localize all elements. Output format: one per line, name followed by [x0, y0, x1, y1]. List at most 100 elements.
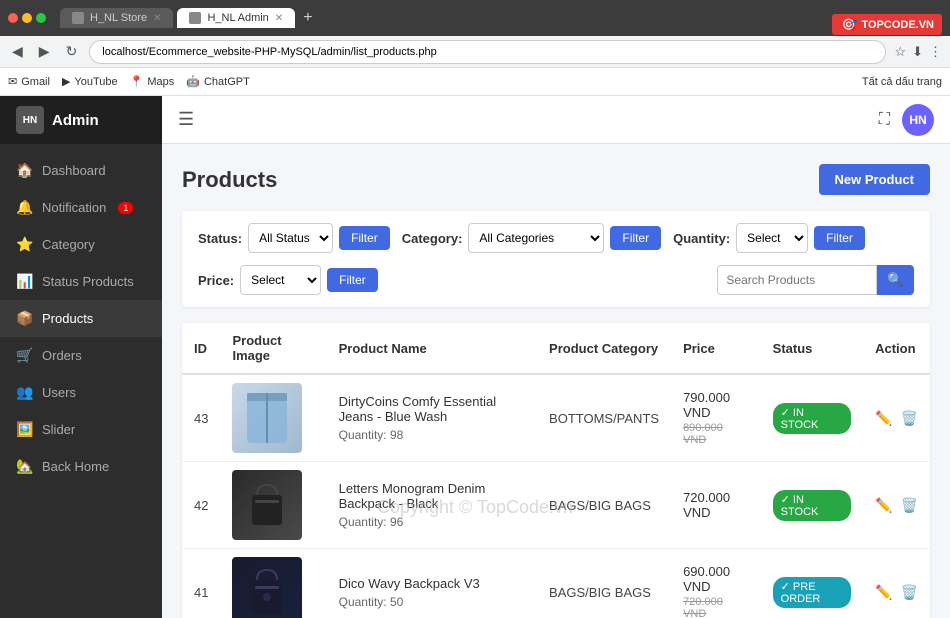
sidebar-item-orders[interactable]: 🛒 Orders	[0, 337, 162, 374]
action-icons-0: ✏️ 🗑️	[875, 410, 918, 427]
dot-red[interactable]	[8, 13, 18, 23]
product-qty-2: Quantity: 50	[339, 595, 525, 609]
cell-category-2: BAGS/BIG BAGS	[537, 549, 671, 618]
bookmarks-all[interactable]: Tất cả dấu trang	[862, 76, 942, 88]
search-button[interactable]: 🔍	[877, 265, 914, 295]
delete-button-0[interactable]: 🗑️	[901, 410, 918, 427]
cell-price-2: 690.000 VND 720.000 VND	[671, 549, 761, 618]
tab-admin-close[interactable]: ✕	[275, 13, 283, 24]
bookmark-gmail[interactable]: ✉ Gmail	[8, 75, 50, 88]
sidebar-item-back-home-label: Back Home	[42, 459, 109, 474]
address-bar: ◀ ▶ ↻ ☆ ⬇ ⋮	[0, 36, 950, 68]
tab-store[interactable]: H_NL Store ✕	[60, 8, 173, 28]
tab-add-button[interactable]: +	[299, 8, 316, 28]
sidebar-item-category[interactable]: ⭐ Category	[0, 226, 162, 263]
status-badge-2: ✓ PRE ORDER	[773, 577, 851, 608]
sidebar-item-users-label: Users	[42, 385, 76, 400]
topcode-logo-icon: 🎯	[840, 16, 857, 33]
edit-button-2[interactable]: ✏️	[875, 584, 892, 601]
url-bar[interactable]	[89, 40, 886, 64]
tab-store-label: H_NL Store	[90, 12, 147, 24]
price-select[interactable]: Select 0-500k 500k-1M 1M+	[240, 265, 321, 295]
page-title: Products	[182, 167, 277, 193]
status-select[interactable]: All Status Active Inactive	[248, 223, 333, 253]
cell-price-0: 790.000 VND 890.000 VND	[671, 374, 761, 462]
address-actions: ☆ ⬇ ⋮	[894, 44, 942, 60]
users-icon: 👥	[16, 384, 32, 401]
dot-green[interactable]	[36, 13, 46, 23]
sidebar-item-products-label: Products	[42, 311, 93, 326]
price-filter-button[interactable]: Filter	[327, 268, 378, 292]
app-layout: HN Admin 🏠 Dashboard 🔔 Notification 1 ⭐ …	[0, 96, 950, 618]
tab-favicon-store	[72, 12, 84, 24]
tab-admin[interactable]: H_NL Admin ✕	[177, 8, 295, 28]
orders-icon: 🛒	[16, 347, 32, 364]
col-action: Action	[863, 323, 930, 374]
product-image-2	[232, 557, 302, 618]
sidebar-item-dashboard[interactable]: 🏠 Dashboard	[0, 152, 162, 189]
search-bar: 🔍	[717, 265, 914, 295]
edit-button-0[interactable]: ✏️	[875, 410, 892, 427]
cell-price-1: 720.000 VND	[671, 462, 761, 549]
filter-group-price: Price: Select 0-500k 500k-1M 1M+ Filter	[198, 265, 378, 295]
page-header: Products New Product	[182, 164, 930, 195]
sidebar-logo: HN	[16, 106, 44, 134]
sidebar-item-back-home[interactable]: 🏡 Back Home	[0, 448, 162, 485]
filter-group-quantity: Quantity: Select 0-50 51-100 101+ Filter	[673, 223, 865, 253]
browser-chrome: H_NL Store ✕ H_NL Admin ✕ + 🎯 TOPCODE.VN	[0, 0, 950, 36]
delete-button-2[interactable]: 🗑️	[901, 584, 918, 601]
status-badge-0: ✓ IN STOCK	[773, 403, 851, 434]
avatar[interactable]: HN	[902, 104, 934, 136]
menu-icon[interactable]: ⋮	[929, 44, 942, 60]
back-button[interactable]: ◀	[8, 41, 27, 62]
products-icon: 📦	[16, 310, 32, 327]
sidebar-item-products[interactable]: 📦 Products	[0, 300, 162, 337]
category-filter-label: Category:	[402, 231, 463, 246]
bookmark-chatgpt-label: ChatGPT	[204, 76, 250, 88]
bookmarks-bar: ✉ Gmail ▶ YouTube 📍 Maps 🤖 ChatGPT Tất c…	[0, 68, 950, 96]
maps-icon: 📍	[130, 75, 144, 88]
bookmark-youtube-label: YouTube	[74, 76, 117, 88]
sidebar-item-notification[interactable]: 🔔 Notification 1	[0, 189, 162, 226]
quantity-filter-button[interactable]: Filter	[814, 226, 865, 250]
expand-icon[interactable]: ⛶	[879, 111, 890, 129]
star-icon[interactable]: ☆	[894, 44, 906, 60]
table-row-1: 42 Letters Monogram Denim Backpack - Bla…	[182, 462, 930, 549]
notification-icon: 🔔	[16, 199, 32, 216]
cell-name-0: DirtyCoins Comfy Essential Jeans - Blue …	[327, 374, 537, 462]
cell-name-1: Letters Monogram Denim Backpack - Black …	[327, 462, 537, 549]
table-header-row: ID Product Image Product Name Product Ca…	[182, 323, 930, 374]
bookmark-youtube[interactable]: ▶ YouTube	[62, 75, 118, 88]
col-status: Status	[761, 323, 863, 374]
product-name-1: Letters Monogram Denim Backpack - Black	[339, 481, 525, 511]
bookmark-maps-label: Maps	[147, 76, 174, 88]
delete-button-1[interactable]: 🗑️	[901, 497, 918, 514]
search-input[interactable]	[717, 265, 877, 295]
download-icon[interactable]: ⬇	[912, 44, 923, 60]
sidebar-item-users[interactable]: 👥 Users	[0, 374, 162, 411]
forward-button[interactable]: ▶	[35, 41, 54, 62]
dot-yellow[interactable]	[22, 13, 32, 23]
bookmark-maps[interactable]: 📍 Maps	[130, 75, 175, 88]
sidebar-title: Admin	[52, 112, 99, 129]
sidebar-menu: 🏠 Dashboard 🔔 Notification 1 ⭐ Category …	[0, 144, 162, 618]
product-name-0: DirtyCoins Comfy Essential Jeans - Blue …	[339, 394, 525, 424]
products-table-container: ID Product Image Product Name Product Ca…	[182, 323, 930, 618]
sidebar: HN Admin 🏠 Dashboard 🔔 Notification 1 ⭐ …	[0, 96, 162, 618]
hamburger-button[interactable]: ☰	[178, 109, 194, 130]
new-product-button[interactable]: New Product	[819, 164, 930, 195]
action-icons-1: ✏️ 🗑️	[875, 497, 918, 514]
category-select[interactable]: All Categories BAGS/BIG BAGS BOTTOMS/PAN…	[468, 223, 604, 253]
quantity-select[interactable]: Select 0-50 51-100 101+	[736, 223, 808, 253]
product-qty-1: Quantity: 96	[339, 515, 525, 529]
cell-action-0: ✏️ 🗑️	[863, 374, 930, 462]
bookmark-chatgpt[interactable]: 🤖 ChatGPT	[186, 75, 250, 88]
reload-button[interactable]: ↻	[62, 41, 82, 62]
category-filter-button[interactable]: Filter	[610, 226, 661, 250]
sidebar-item-slider[interactable]: 🖼️ Slider	[0, 411, 162, 448]
status-filter-button[interactable]: Filter	[339, 226, 390, 250]
edit-button-1[interactable]: ✏️	[875, 497, 892, 514]
sidebar-item-status-products[interactable]: 📊 Status Products	[0, 263, 162, 300]
sidebar-item-notification-label: Notification	[42, 200, 106, 215]
tab-store-close[interactable]: ✕	[153, 13, 161, 24]
